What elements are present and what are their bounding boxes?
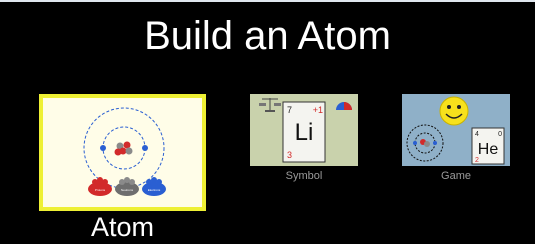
electrons-bucket-label: Electrons: [148, 188, 161, 192]
symbol-screen-thumbnail: 7 +1 Li 3: [250, 94, 358, 166]
element-symbol-icon: 7 +1 Li 3: [259, 98, 352, 163]
charge-value: +1: [313, 105, 323, 115]
screen-button-symbol[interactable]: 7 +1 Li 3 Symbol: [250, 94, 358, 184]
game-mass-number: 4: [475, 131, 479, 138]
game-element-symbol: He: [478, 141, 499, 158]
electrons-bucket-icon: [142, 177, 166, 196]
screen-button-atom[interactable]: Protons Neutrons Electrons Atom: [39, 94, 206, 244]
atomic-number: 3: [287, 150, 292, 160]
top-border: [0, 0, 535, 2]
atom-screen-thumbnail: Protons Neutrons Electrons: [43, 98, 202, 207]
atom-model-icon: Protons Neutrons Electrons: [83, 107, 166, 196]
screen-button-game[interactable]: 4 0 He 2 Game: [402, 94, 510, 184]
app-title: Build an Atom: [144, 14, 391, 58]
neutrons-bucket-icon: [115, 177, 139, 196]
game-screen-thumbnail: 4 0 He 2: [402, 94, 510, 166]
game-preview-icon: 4 0 He 2: [406, 96, 505, 165]
game-charge-value: 0: [498, 131, 502, 138]
neutrons-bucket-label: Neutrons: [121, 188, 134, 192]
screen-label-game: Game: [441, 170, 471, 182]
smiley-face-icon: [439, 96, 469, 126]
scale-icon: [259, 98, 281, 112]
protons-bucket-label: Protons: [95, 188, 106, 192]
protons-bucket-icon: [88, 177, 112, 196]
charge-meter-icon: [336, 102, 352, 110]
game-atomic-number: 2: [475, 157, 479, 164]
screen-label-symbol: Symbol: [285, 170, 323, 182]
mass-number: 7: [287, 105, 292, 115]
element-symbol: Li: [295, 119, 314, 146]
screen-label-atom: Atom: [90, 212, 155, 242]
